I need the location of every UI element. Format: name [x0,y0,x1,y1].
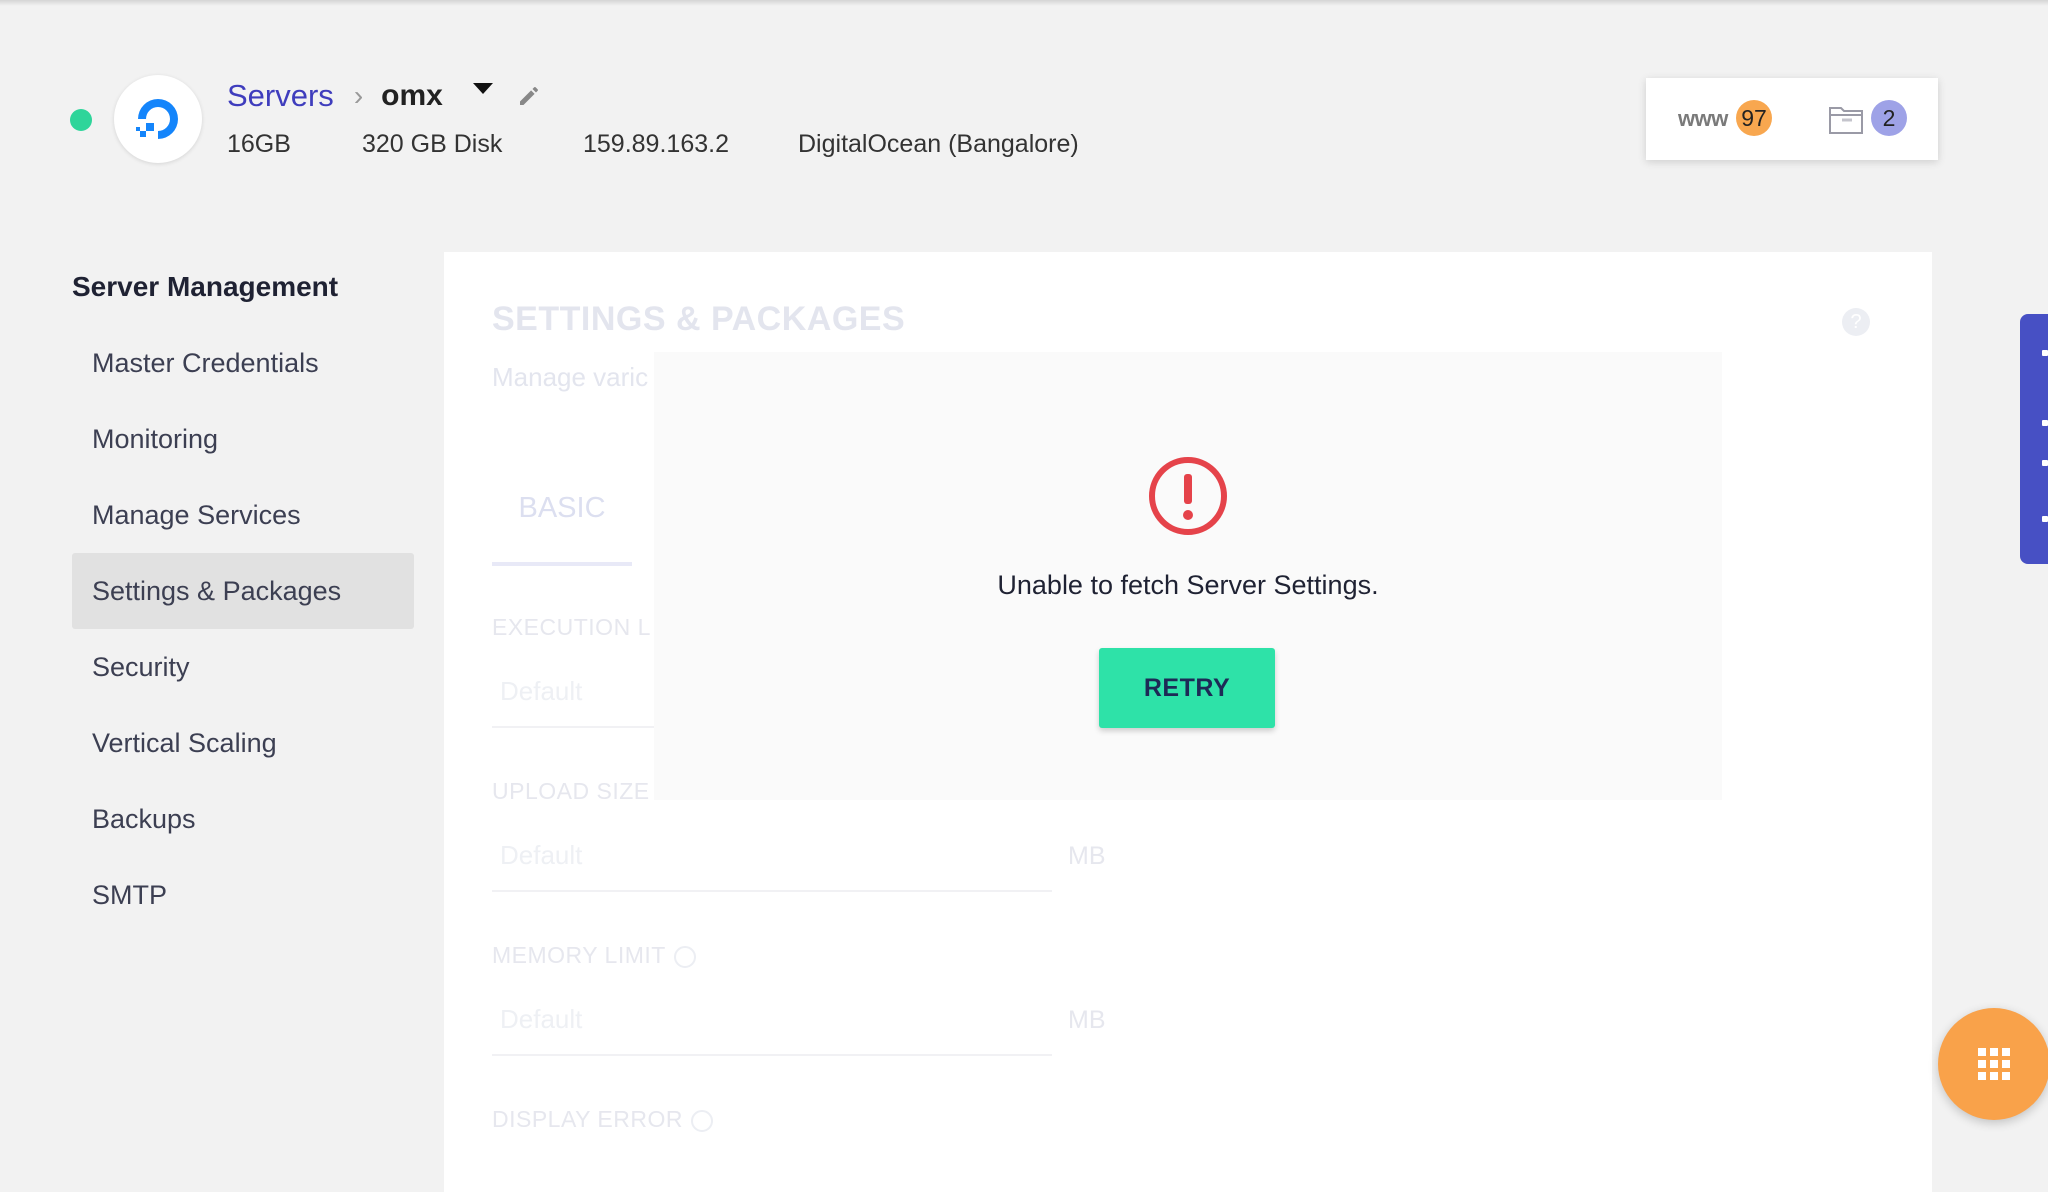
sidebar-item-smtp[interactable]: SMTP [72,857,414,933]
files-count-badge[interactable]: 2 [1871,100,1907,136]
error-alert-icon [1149,457,1227,535]
upload-size-placeholder: Default [500,840,583,870]
tab-basic[interactable]: BASIC [492,492,632,525]
sidebar-item-settings-packages[interactable]: Settings & Packages [72,553,414,629]
www-apps-icon[interactable]: www [1678,106,1728,132]
grid-icon [1978,1048,2010,1080]
server-ram: 16GB [227,130,291,158]
help-icon[interactable]: ? [1842,308,1870,336]
server-counters: www 97 2 [1646,78,1938,160]
server-status-indicator [70,109,92,131]
execution-limit-placeholder: Default [500,676,583,706]
side-panel-tab[interactable] [2020,314,2048,564]
server-switch-caret-icon[interactable] [472,82,493,94]
page-subtitle: Manage varic [492,362,649,392]
sidebar-item-vertical-scaling[interactable]: Vertical Scaling [72,705,414,781]
top-shadow [0,0,2048,6]
digitalocean-logo [114,75,202,163]
folder-icon[interactable] [1828,102,1864,141]
quick-actions-button[interactable] [1938,1008,2048,1120]
sidebar-item-backups[interactable]: Backups [72,781,414,857]
server-provider: DigitalOcean (Bangalore) [798,130,1079,158]
breadcrumb-separator: › [353,80,364,111]
memory-limit-unit: MB [1068,1006,1106,1034]
edit-server-name-icon[interactable] [517,84,541,113]
display-error-info-icon[interactable] [690,1109,713,1132]
sidebar-item-monitoring[interactable]: Monitoring [72,401,414,477]
upload-size-input[interactable]: Default [492,820,1052,892]
memory-limit-info-icon[interactable] [673,945,696,968]
breadcrumb: Servers › omx [227,78,541,114]
settings-card: SETTINGS & PACKAGES Manage varic ? BASIC… [444,252,1932,1192]
page-title: SETTINGS & PACKAGES [492,300,906,338]
retry-button[interactable]: RETRY [1099,648,1275,728]
apps-count-badge[interactable]: 97 [1736,100,1772,136]
digitalocean-icon [136,99,178,139]
server-ip: 159.89.163.2 [583,130,729,158]
sidebar-item-master-credentials[interactable]: Master Credentials [72,325,414,401]
upload-size-label: UPLOAD SIZE [492,778,650,804]
server-name: omx [381,79,443,112]
breadcrumb-servers-link[interactable]: Servers [227,78,334,114]
upload-size-unit: MB [1068,842,1106,870]
error-overlay: Unable to fetch Server Settings. RETRY [654,352,1722,800]
memory-limit-placeholder: Default [500,1004,583,1034]
memory-limit-input[interactable]: Default [492,984,1052,1056]
display-error-label-text: DISPLAY ERROR [492,1106,683,1132]
error-message: Unable to fetch Server Settings. [997,570,1379,600]
memory-limit-label-text: MEMORY LIMIT [492,942,666,968]
sidebar-item-security[interactable]: Security [72,629,414,705]
sidebar-title: Server Management [72,271,339,302]
execution-limit-label: EXECUTION L [492,614,651,640]
display-error-label: DISPLAY ERROR [492,1106,713,1133]
tab-active-indicator [492,562,632,566]
server-disk: 320 GB Disk [362,130,503,158]
sidebar-item-manage-services[interactable]: Manage Services [72,477,414,553]
memory-limit-label: MEMORY LIMIT [492,942,696,969]
